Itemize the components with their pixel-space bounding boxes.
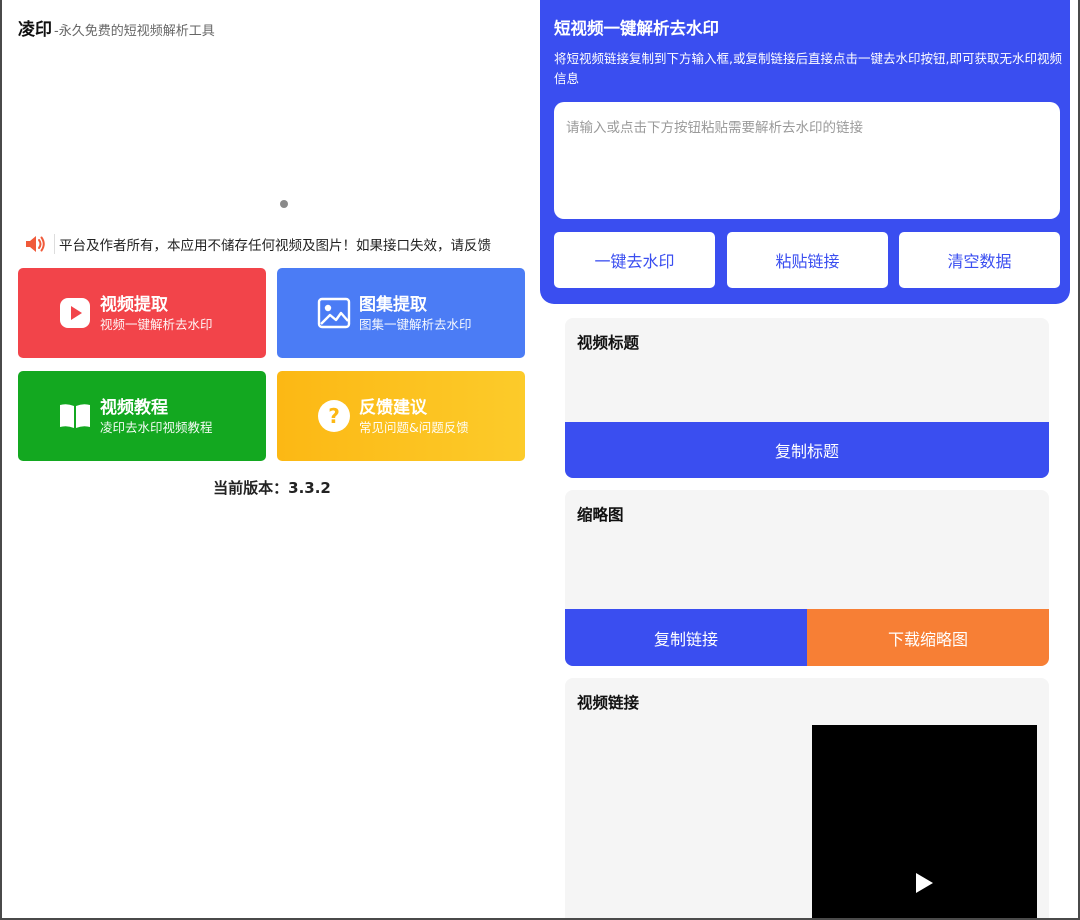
- app-frame: 凌印 -永久免费的短视频解析工具 平台及作者所有，本应用不储存任何视频及图片！如…: [0, 0, 1080, 920]
- parser-title: 短视频一键解析去水印: [554, 19, 719, 38]
- clear-data-button[interactable]: 清空数据: [899, 232, 1060, 288]
- thumbnail-section: 缩略图 复制链接 下载缩略图: [565, 490, 1049, 666]
- card-title: 视频提取: [100, 294, 168, 315]
- card-subtitle: 凌印去水印视频教程: [100, 419, 213, 435]
- card-subtitle: 常见问题&问题反馈: [359, 419, 469, 435]
- app-name: 凌印: [18, 20, 52, 40]
- card-subtitle: 视频一键解析去水印: [100, 316, 213, 332]
- app-slogan: -永久免费的短视频解析工具: [54, 24, 215, 39]
- speaker-icon: [24, 234, 48, 254]
- copy-title-button[interactable]: 复制标题: [565, 422, 1049, 478]
- video-title-section: 视频标题 复制标题: [565, 318, 1049, 478]
- paste-link-button[interactable]: 粘贴链接: [727, 232, 888, 288]
- play-icon: [58, 296, 92, 330]
- question-icon: ?: [317, 399, 351, 433]
- play-icon[interactable]: [916, 873, 933, 893]
- right-panel: 短视频一键解析去水印 将短视频链接复制到下方输入框,或复制链接后直接点击一键去水…: [540, 0, 1070, 918]
- image-icon: [317, 296, 351, 330]
- video-link-section: 视频链接: [565, 678, 1049, 918]
- card-title: 图集提取: [359, 294, 427, 315]
- section-label: 视频链接: [577, 694, 640, 712]
- card-title: 反馈建议: [359, 397, 427, 418]
- version-label: 当前版本：3.3.2: [213, 479, 331, 497]
- section-label: 视频标题: [577, 334, 640, 352]
- notice-bar: 平台及作者所有，本应用不储存任何视频及图片！如果接口失效，请反馈: [24, 233, 524, 255]
- feedback-card[interactable]: ? 反馈建议 常见问题&问题反馈: [277, 371, 525, 461]
- download-thumbnail-button[interactable]: 下载缩略图: [807, 609, 1049, 666]
- app-header: 凌印 -永久免费的短视频解析工具: [18, 15, 215, 40]
- parser-header: 短视频一键解析去水印 将短视频链接复制到下方输入框,或复制链接后直接点击一键去水…: [540, 0, 1070, 304]
- link-input[interactable]: [554, 102, 1060, 219]
- notice-text: 平台及作者所有，本应用不储存任何视频及图片！如果接口失效，请反馈: [54, 234, 491, 254]
- svg-text:?: ?: [328, 404, 340, 428]
- video-extract-card[interactable]: 视频提取 视频一键解析去水印: [18, 268, 266, 358]
- card-title: 视频教程: [100, 397, 168, 418]
- carousel-indicator-dot[interactable]: [280, 200, 288, 208]
- section-label: 缩略图: [577, 506, 624, 524]
- album-extract-card[interactable]: 图集提取 图集一键解析去水印: [277, 268, 525, 358]
- remove-watermark-button[interactable]: 一键去水印: [554, 232, 715, 288]
- video-tutorial-card[interactable]: 视频教程 凌印去水印视频教程: [18, 371, 266, 461]
- copy-link-button[interactable]: 复制链接: [565, 609, 807, 666]
- left-panel: 凌印 -永久免费的短视频解析工具 平台及作者所有，本应用不储存任何视频及图片！如…: [4, 0, 540, 918]
- card-subtitle: 图集一键解析去水印: [359, 316, 472, 332]
- video-player[interactable]: [812, 725, 1037, 918]
- book-icon: [58, 399, 92, 433]
- parser-description: 将短视频链接复制到下方输入框,或复制链接后直接点击一键去水印按钮,即可获取无水印…: [554, 51, 1062, 86]
